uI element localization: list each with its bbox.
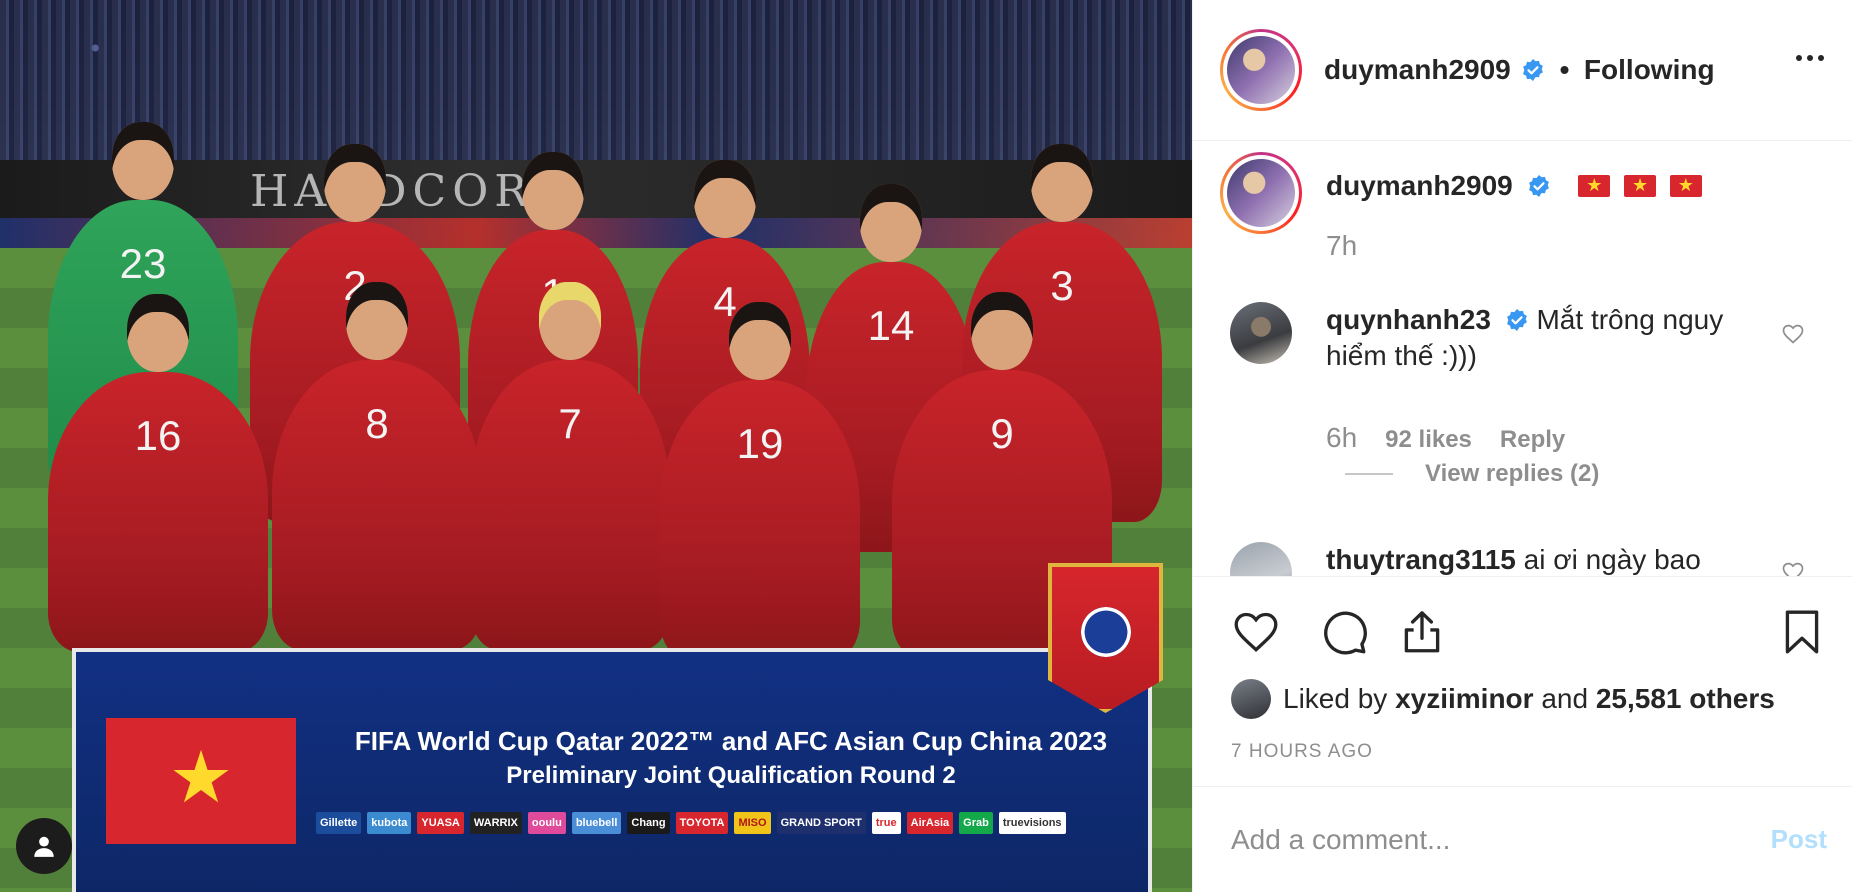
more-options-icon[interactable] — [1796, 55, 1824, 61]
player: 8 — [272, 282, 482, 650]
post-timestamp[interactable]: 7 HOURS AGO — [1231, 741, 1373, 763]
post-actions: Liked by xyziiminor and 25,581 others 7 … — [1193, 576, 1852, 786]
comment-input[interactable] — [1231, 823, 1771, 856]
comment-body: quynhanh23 Mắt trông nguy hiểm thế :))) … — [1326, 302, 1766, 458]
comments-list[interactable]: duymanh2909 7h quynhanh23 — [1193, 142, 1852, 576]
heart-icon[interactable] — [1231, 607, 1281, 657]
avatar[interactable] — [1230, 302, 1292, 364]
separator-dot: • — [1559, 54, 1570, 85]
banner-subtitle: Preliminary Joint Qualification Round 2 — [506, 762, 956, 789]
player: 7 — [470, 282, 670, 650]
comment-username[interactable]: thuytrang3115 — [1326, 544, 1516, 575]
vietnam-flag-emoji — [1578, 173, 1611, 197]
post-photo[interactable]: HARDCORE 23 2 1 4 14 3 16 8 7 19 9 ★ — [0, 0, 1192, 892]
likes-and: and — [1541, 683, 1589, 714]
jersey-number: 9 — [990, 410, 1014, 457]
verified-badge-icon — [1523, 59, 1544, 81]
qualification-banner: ★ FIFA World Cup Qatar 2022™ and AFC Asi… — [72, 648, 1152, 892]
sponsor-logo: truevisions — [998, 812, 1066, 834]
vff-crest-icon — [1081, 607, 1131, 657]
sponsor-logo: YUASA — [417, 812, 464, 834]
sponsor-logo: MISO — [734, 812, 771, 834]
comment-likes[interactable]: 92 likes — [1385, 422, 1472, 458]
verified-badge-icon — [1506, 309, 1527, 331]
sponsor-logo: Chang — [627, 812, 670, 834]
jersey-number: 23 — [119, 240, 167, 287]
sponsor-logo: true — [871, 812, 901, 834]
caption-row: duymanh2909 7h — [1220, 152, 1702, 262]
jersey-number: 8 — [365, 400, 389, 447]
likes-user[interactable]: xyziiminor — [1395, 683, 1533, 715]
likes-prefix: Liked by — [1283, 683, 1388, 714]
add-comment-form: Post — [1193, 786, 1852, 892]
sponsor-logo: GRAND SPORT — [776, 812, 866, 834]
caption-time: 7h — [1326, 230, 1358, 261]
author-username[interactable]: duymanh2909 — [1324, 54, 1511, 85]
comment-icon[interactable] — [1319, 607, 1369, 657]
vietnam-flag-emoji — [1669, 173, 1702, 197]
sponsor-logo: TOYOTA — [675, 812, 729, 834]
share-icon[interactable] — [1397, 607, 1447, 657]
player: 19 — [660, 302, 860, 660]
comment-username[interactable]: quynhanh23 — [1326, 304, 1491, 335]
player: 16 — [48, 294, 268, 652]
jersey-number: 19 — [736, 420, 784, 467]
verified-badge-icon — [1528, 175, 1549, 197]
comment-time[interactable]: 6h — [1326, 420, 1357, 456]
comment-like-heart-icon[interactable] — [1781, 322, 1805, 346]
comment-meta: 6h 92 likes Reply — [1326, 420, 1766, 458]
replies-divider — [1345, 473, 1393, 475]
caption-body: duymanh2909 7h — [1326, 170, 1702, 262]
post-side-panel: duymanh2909 • Following duymanh2909 ★ ★ … — [1192, 0, 1852, 892]
stadium-crowd — [0, 0, 1192, 160]
sponsor-logo: Grab — [959, 812, 993, 834]
avatar[interactable] — [1230, 542, 1292, 576]
view-replies-label: View replies (2) — [1425, 460, 1600, 487]
header-author: duymanh2909 • Following — [1324, 54, 1715, 86]
sponsor-logo: ooulu — [527, 812, 566, 834]
comment-body: thuytrang3115 ai ơi ngày bao — [1326, 542, 1766, 576]
sponsor-logo: WARRIX — [469, 812, 522, 834]
caption-username[interactable]: duymanh2909 — [1326, 170, 1513, 201]
story-ring[interactable] — [1220, 29, 1302, 111]
likes-summary: Liked by xyziiminor and 25,581 others — [1231, 679, 1775, 719]
jersey-number: 16 — [134, 412, 182, 459]
sponsor-logo: bluebell — [571, 812, 622, 834]
sponsor-logo: AirAsia — [906, 812, 954, 834]
comment-text: ai ơi ngày bao — [1523, 544, 1701, 575]
likes-others[interactable]: 25,581 others — [1596, 683, 1775, 715]
comment-like-heart-icon[interactable] — [1781, 560, 1805, 576]
avatar[interactable] — [1227, 36, 1295, 104]
vietnam-flag: ★ — [106, 718, 296, 844]
sponsor-strip: Gillette kubota YUASA WARRIX ooulu blueb… — [316, 812, 1066, 834]
view-replies-button[interactable]: View replies (2) — [1345, 460, 1599, 488]
jersey-number: 7 — [558, 400, 582, 447]
post-header: duymanh2909 • Following — [1193, 0, 1852, 141]
tagged-users-button[interactable] — [16, 818, 72, 874]
sponsor-logo: Gillette — [316, 812, 362, 834]
post-comment-button[interactable]: Post — [1771, 824, 1827, 855]
bookmark-icon[interactable] — [1777, 607, 1827, 657]
user-icon — [34, 836, 54, 857]
story-ring[interactable] — [1220, 152, 1302, 234]
comment-item: quynhanh23 Mắt trông nguy hiểm thế :))) … — [1230, 302, 1766, 458]
sponsor-logo: kubota — [367, 812, 412, 834]
avatar[interactable] — [1231, 679, 1271, 719]
avatar[interactable] — [1227, 159, 1295, 227]
comment-item: thuytrang3115 ai ơi ngày bao — [1230, 542, 1766, 576]
reply-button[interactable]: Reply — [1500, 422, 1565, 458]
jersey-number: 14 — [867, 302, 915, 349]
following-button[interactable]: Following — [1584, 54, 1715, 85]
instagram-post-modal: HARDCORE 23 2 1 4 14 3 16 8 7 19 9 ★ — [0, 0, 1852, 892]
vietnam-flag-emoji — [1624, 173, 1657, 197]
banner-title: FIFA World Cup Qatar 2022™ and AFC Asian… — [354, 726, 1108, 756]
